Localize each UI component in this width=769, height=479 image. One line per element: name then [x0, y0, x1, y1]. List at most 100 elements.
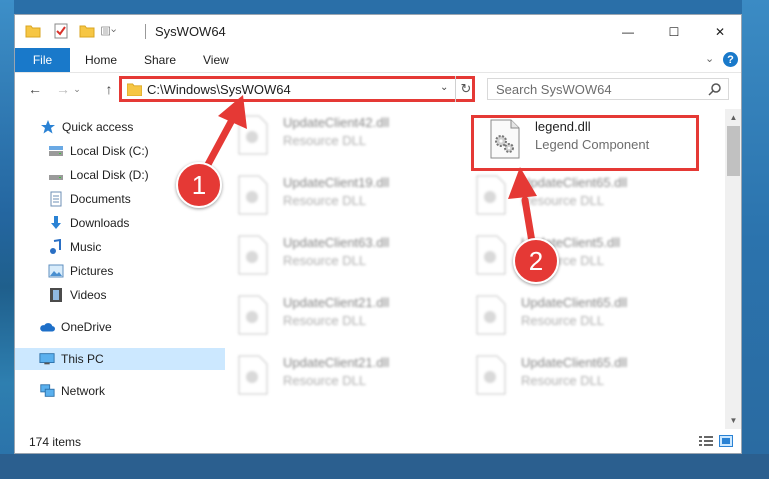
folder-icon: [127, 83, 142, 96]
sidebar-item-label: Music: [70, 240, 102, 254]
list-item[interactable]: UpdateClient21.dll Resource DLL: [225, 351, 455, 401]
address-path[interactable]: C:\Windows\SysWOW64: [147, 82, 291, 97]
dll-file-icon: [238, 355, 268, 395]
forward-button[interactable]: →: [53, 79, 73, 99]
help-icon[interactable]: ?: [723, 52, 738, 67]
sidebar-item-onedrive[interactable]: OneDrive: [15, 316, 233, 338]
list-item[interactable]: UpdateClient5.dll Resource DLL: [463, 231, 693, 281]
ribbon-tabs: File Home Share View ⌄ ?: [15, 48, 741, 73]
file-name: UpdateClient65.dll: [521, 355, 628, 370]
sidebar-item-downloads[interactable]: Downloads: [15, 212, 242, 234]
file-type: Resource DLL: [283, 373, 367, 388]
sidebar-item-this-pc[interactable]: This PC: [15, 348, 233, 370]
maximize-button[interactable]: ☐: [651, 15, 697, 48]
dll-file-icon: [476, 355, 506, 395]
file-name: UpdateClient63.dll: [283, 235, 390, 250]
sidebar-item-videos[interactable]: Videos: [15, 284, 242, 306]
search-icon[interactable]: [708, 82, 722, 96]
item-count: 174 items: [29, 435, 82, 449]
new-folder-icon[interactable]: [79, 23, 95, 39]
file-name: UpdateClient21.dll: [283, 295, 390, 310]
details-view-icon[interactable]: [699, 435, 713, 447]
list-item[interactable]: UpdateClient65.dll Resource DLL: [463, 351, 693, 401]
back-button[interactable]: ←: [25, 79, 45, 99]
dll-file-icon: [476, 295, 506, 335]
explorer-window: SysWOW64 — ☐ ✕ File Home Share View ⌄ ? …: [14, 14, 742, 454]
file-name: UpdateClient19.dll: [283, 175, 390, 190]
highlight-box-legend-dll: [471, 115, 699, 171]
file-name: UpdateClient65.dll: [521, 295, 628, 310]
sidebar-item-music[interactable]: Music: [15, 236, 242, 258]
desktop-background-left: [0, 0, 14, 479]
file-name: UpdateClient42.dll: [283, 115, 390, 130]
drive-icon: [48, 167, 64, 183]
search-box[interactable]: Search SysWOW64: [487, 78, 729, 100]
sidebar-item-label: Network: [61, 384, 106, 398]
title-bar: SysWOW64 — ☐ ✕: [15, 15, 741, 48]
sidebar-item-label: Documents: [70, 192, 131, 206]
tab-home[interactable]: Home: [85, 53, 117, 67]
large-icons-view-icon[interactable]: [719, 435, 733, 447]
music-icon: [48, 239, 64, 255]
list-item[interactable]: UpdateClient42.dll Resource DLL: [225, 111, 455, 161]
dll-file-icon: [238, 175, 268, 215]
sidebar-item-local-disk-c[interactable]: Local Disk (C:): [15, 140, 242, 162]
step-badge-1: 1: [176, 162, 222, 208]
sidebar-item-label: Local Disk (D:): [70, 168, 149, 182]
vertical-scrollbar[interactable]: ▲ ▼: [725, 109, 741, 429]
title-separator: [145, 24, 146, 39]
recent-locations-button[interactable]: ⌄: [71, 79, 83, 99]
search-placeholder[interactable]: Search SysWOW64: [496, 82, 612, 97]
documents-icon: [48, 191, 64, 207]
dll-file-icon: [238, 235, 268, 275]
sidebar-item-label: Pictures: [70, 264, 114, 278]
network-icon: [39, 383, 55, 399]
download-icon: [48, 215, 64, 231]
sidebar-item-pictures[interactable]: Pictures: [15, 260, 242, 282]
tab-share[interactable]: Share: [144, 53, 176, 67]
cloud-icon: [39, 319, 55, 335]
scrollbar-thumb[interactable]: [727, 126, 740, 176]
step-badge-2: 2: [513, 238, 559, 284]
sidebar-item-quick-access[interactable]: Quick access: [15, 116, 234, 138]
video-icon: [48, 287, 64, 303]
tab-view[interactable]: View: [203, 53, 229, 67]
list-item[interactable]: UpdateClient19.dll Resource DLL: [225, 171, 455, 221]
list-item[interactable]: UpdateClient63.dll Resource DLL: [225, 231, 455, 281]
dll-file-icon: [476, 235, 506, 275]
list-item[interactable]: UpdateClient65.dll Resource DLL: [463, 291, 693, 341]
dll-file-icon: [238, 115, 268, 155]
navigation-pane: Quick access Local Disk (C:) Local Disk …: [15, 109, 237, 429]
address-dropdown-icon[interactable]: ⌄: [440, 82, 448, 93]
expand-ribbon-icon[interactable]: ⌄: [705, 52, 714, 65]
sidebar-item-label: Local Disk (C:): [70, 144, 149, 158]
up-button[interactable]: ↑: [99, 79, 119, 99]
file-type: Resource DLL: [521, 373, 605, 388]
sidebar-item-network[interactable]: Network: [15, 380, 233, 402]
file-name: UpdateClient21.dll: [283, 355, 390, 370]
scroll-up-icon[interactable]: ▲: [725, 109, 741, 126]
list-item[interactable]: UpdateClient21.dll Resource DLL: [225, 291, 455, 341]
desktop-background-bottom: [0, 454, 769, 479]
scroll-down-icon[interactable]: ▼: [725, 412, 741, 429]
list-item[interactable]: UpdateClient65.dll Resource DLL: [463, 171, 693, 221]
minimize-button[interactable]: —: [605, 15, 651, 48]
sidebar-item-label: OneDrive: [61, 320, 112, 334]
status-bar: 174 items: [15, 429, 741, 453]
properties-check-icon[interactable]: [53, 23, 69, 39]
tab-file[interactable]: File: [15, 48, 70, 72]
file-type: Resource DLL: [283, 193, 367, 208]
refresh-button[interactable]: ↻: [455, 76, 476, 102]
computer-icon: [39, 351, 55, 367]
file-type: Resource DLL: [283, 133, 367, 148]
close-button[interactable]: ✕: [697, 15, 741, 48]
address-bar[interactable]: C:\Windows\SysWOW64 ⌄ ↻: [119, 76, 475, 102]
window-title: SysWOW64: [155, 24, 226, 39]
folder-icon[interactable]: [25, 23, 41, 39]
customize-toolbar-icon[interactable]: [101, 23, 117, 39]
sidebar-item-label: Videos: [70, 288, 107, 302]
file-type: Resource DLL: [283, 253, 367, 268]
dll-file-icon: [476, 175, 506, 215]
pictures-icon: [48, 263, 64, 279]
navigation-bar: ← → ⌄ ↑ C:\Windows\SysWOW64 ⌄ ↻ Search S…: [15, 73, 741, 107]
